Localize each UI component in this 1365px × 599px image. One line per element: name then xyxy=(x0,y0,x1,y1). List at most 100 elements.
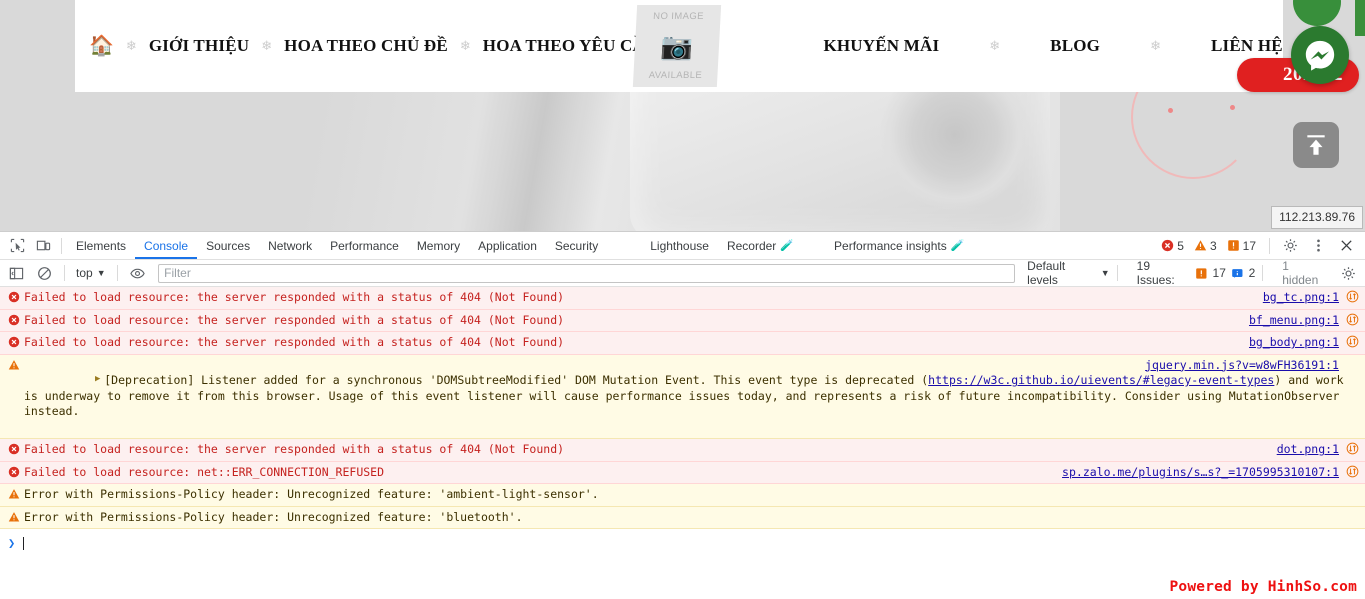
error-counter[interactable]: 5 xyxy=(1161,239,1184,253)
error-circle-icon xyxy=(6,291,22,303)
console-message-source-link[interactable]: dot.png:1 xyxy=(1277,442,1339,458)
deprecation-text-part1: [Deprecation] Listener added for a synch… xyxy=(104,373,929,388)
network-request-icon[interactable] xyxy=(1346,442,1359,455)
tab-console[interactable]: Console xyxy=(135,233,197,259)
console-message-source-link[interactable]: bg_body.png:1 xyxy=(1249,335,1339,351)
issues-info-count: 2 xyxy=(1248,266,1256,280)
console-message-row[interactable]: Error with Permissions-Policy header: Un… xyxy=(0,484,1365,507)
issue-square-icon xyxy=(1196,267,1207,279)
tab-security[interactable]: Security xyxy=(546,233,607,259)
console-message-row[interactable]: Failed to load resource: net::ERR_CONNEC… xyxy=(0,461,1365,485)
console-message-text: Failed to load resource: the server resp… xyxy=(24,442,565,457)
error-circle-icon xyxy=(6,314,22,326)
flower-separator-icon: ❄ xyxy=(261,38,273,53)
sidebar-item-hoa-theo-chu-de[interactable]: HOA THEO CHỦ ĐỀ xyxy=(284,36,448,56)
scroll-to-top-button[interactable] xyxy=(1293,122,1339,168)
toolbar-divider xyxy=(64,265,66,281)
toolbar-divider xyxy=(1116,265,1118,281)
more-options-icon[interactable] xyxy=(1305,234,1331,258)
sidebar-item-khuyen-mai[interactable]: KHUYẾN MÃI xyxy=(823,36,939,56)
info-square-icon xyxy=(1232,268,1243,278)
console-message-row[interactable]: Failed to load resource: the server resp… xyxy=(0,439,1365,462)
devtools-panel: Elements Console Sources Network Perform… xyxy=(0,231,1365,599)
console-message-text: Error with Permissions-Policy header: Un… xyxy=(24,509,523,524)
tab-memory[interactable]: Memory xyxy=(408,233,469,259)
console-prompt[interactable]: ❯ xyxy=(0,529,1365,553)
status-tooltip: 112.213.89.76 xyxy=(1271,206,1363,229)
chevron-down-icon: ▼ xyxy=(1100,268,1110,278)
console-message-list: Failed to load resource: the server resp… xyxy=(0,287,1365,554)
console-message-row[interactable]: ▶ [Deprecation] Listener added for a sync… xyxy=(0,354,1365,440)
console-message-row[interactable]: Failed to load resource: the server resp… xyxy=(0,332,1365,355)
console-message-row[interactable]: Failed to load resource: the server resp… xyxy=(0,309,1365,333)
error-circle-icon xyxy=(6,466,22,478)
network-request-icon[interactable] xyxy=(1346,290,1359,303)
console-message-source-link[interactable]: sp.zalo.me/plugins/s…s?_=1705995310107:1 xyxy=(1062,465,1339,481)
issues-summary[interactable]: 19 Issues: 17 2 xyxy=(1137,259,1256,287)
console-toolbar: top ▼ Default levels ▼ 19 Issues: 17 2 1… xyxy=(0,259,1365,287)
network-request-icon[interactable] xyxy=(1346,465,1359,478)
sidebar-item-blog[interactable]: BLOG xyxy=(1050,36,1100,56)
tab-sources[interactable]: Sources xyxy=(197,233,259,259)
prompt-caret-icon: ❯ xyxy=(8,536,16,551)
error-circle-icon xyxy=(1162,239,1174,252)
flower-separator-icon: ❄ xyxy=(459,38,471,53)
warning-counter[interactable]: 3 xyxy=(1194,239,1217,253)
flower-separator-icon: ❄ xyxy=(1150,38,1162,53)
network-request-icon[interactable] xyxy=(1346,313,1359,326)
experiment-beaker-icon: 🧪 xyxy=(950,240,965,252)
issue-square-icon xyxy=(1227,240,1239,251)
clear-console-icon[interactable] xyxy=(32,261,58,285)
tab-recorder[interactable]: Recorder 🧪 xyxy=(718,233,803,259)
console-message-row[interactable]: Error with Permissions-Policy header: Un… xyxy=(0,506,1365,530)
decorative-dot xyxy=(1168,108,1173,113)
messenger-button[interactable] xyxy=(1291,26,1349,84)
tab-elements[interactable]: Elements xyxy=(67,233,135,259)
log-level-selector[interactable]: Default levels ▼ xyxy=(1027,259,1109,287)
right-edge-green-bar xyxy=(1355,0,1365,36)
tab-performance[interactable]: Performance xyxy=(321,233,408,259)
console-settings-gear-icon[interactable] xyxy=(1335,261,1361,285)
console-message-source-link[interactable]: bg_tc.png:1 xyxy=(1263,290,1339,306)
live-expression-eye-icon[interactable] xyxy=(125,261,151,285)
floating-widget-partial[interactable] xyxy=(1293,0,1341,26)
issues-counter[interactable]: 17 xyxy=(1227,239,1256,253)
expand-triangle-icon[interactable]: ▶ xyxy=(93,373,102,385)
tab-label: Elements xyxy=(76,238,127,253)
tab-network[interactable]: Network xyxy=(259,233,321,259)
console-sidebar-toggle-icon[interactable] xyxy=(4,261,30,285)
spec-url-link[interactable]: https://w3c.github.io/uievents/#legacy-e… xyxy=(928,373,1274,387)
console-message-text: Failed to load resource: the server resp… xyxy=(24,335,565,350)
tab-label: Memory xyxy=(416,238,461,253)
log-level-value: Default levels xyxy=(1027,259,1066,287)
tab-performance-insights[interactable]: Performance insights 🧪 xyxy=(825,233,973,259)
tab-lighthouse[interactable]: Lighthouse xyxy=(641,233,718,259)
flower-separator-icon: ❄ xyxy=(125,38,137,53)
settings-gear-icon[interactable] xyxy=(1277,234,1303,258)
tab-application[interactable]: Application xyxy=(469,233,546,259)
home-icon[interactable]: 🏠 xyxy=(89,36,114,56)
tab-label: Sources xyxy=(206,238,251,253)
issues-error-count: 17 xyxy=(1212,266,1226,280)
close-devtools-icon[interactable] xyxy=(1333,234,1359,258)
hidden-messages-count[interactable]: 1 hidden xyxy=(1282,259,1327,287)
execution-context-selector[interactable]: top ▼ xyxy=(72,266,110,280)
toolbar-divider xyxy=(1269,237,1270,254)
no-image-placeholder: NO IMAGE 📷 AVAILABLE xyxy=(632,5,722,87)
sidebar-item-lien-he[interactable]: LIÊN HỆ xyxy=(1211,36,1283,56)
sidebar-item-hoa-theo-yeu-cau[interactable]: HOA THEO YÊU CẦU xyxy=(483,36,658,56)
warning-triangle-icon xyxy=(1194,240,1207,251)
console-filter-input[interactable] xyxy=(158,263,1016,283)
device-toolbar-icon[interactable] xyxy=(30,234,56,258)
console-message-row[interactable]: Failed to load resource: the server resp… xyxy=(0,287,1365,310)
broken-image-icon: 📷 xyxy=(660,31,694,61)
tab-label: Lighthouse xyxy=(650,238,709,253)
console-message-source-link[interactable]: bf_menu.png:1 xyxy=(1249,313,1339,329)
sidebar-item-gioi-thieu[interactable]: GIỚI THIỆU xyxy=(149,36,249,56)
network-request-icon[interactable] xyxy=(1346,335,1359,348)
issues-label: 19 Issues: xyxy=(1136,259,1175,287)
console-message-source-link[interactable]: jquery.min.js?v=w8wFH36191:1 xyxy=(1145,358,1339,374)
toolbar-divider xyxy=(61,237,62,254)
inspect-element-icon[interactable] xyxy=(4,234,30,258)
text-cursor xyxy=(23,536,25,550)
